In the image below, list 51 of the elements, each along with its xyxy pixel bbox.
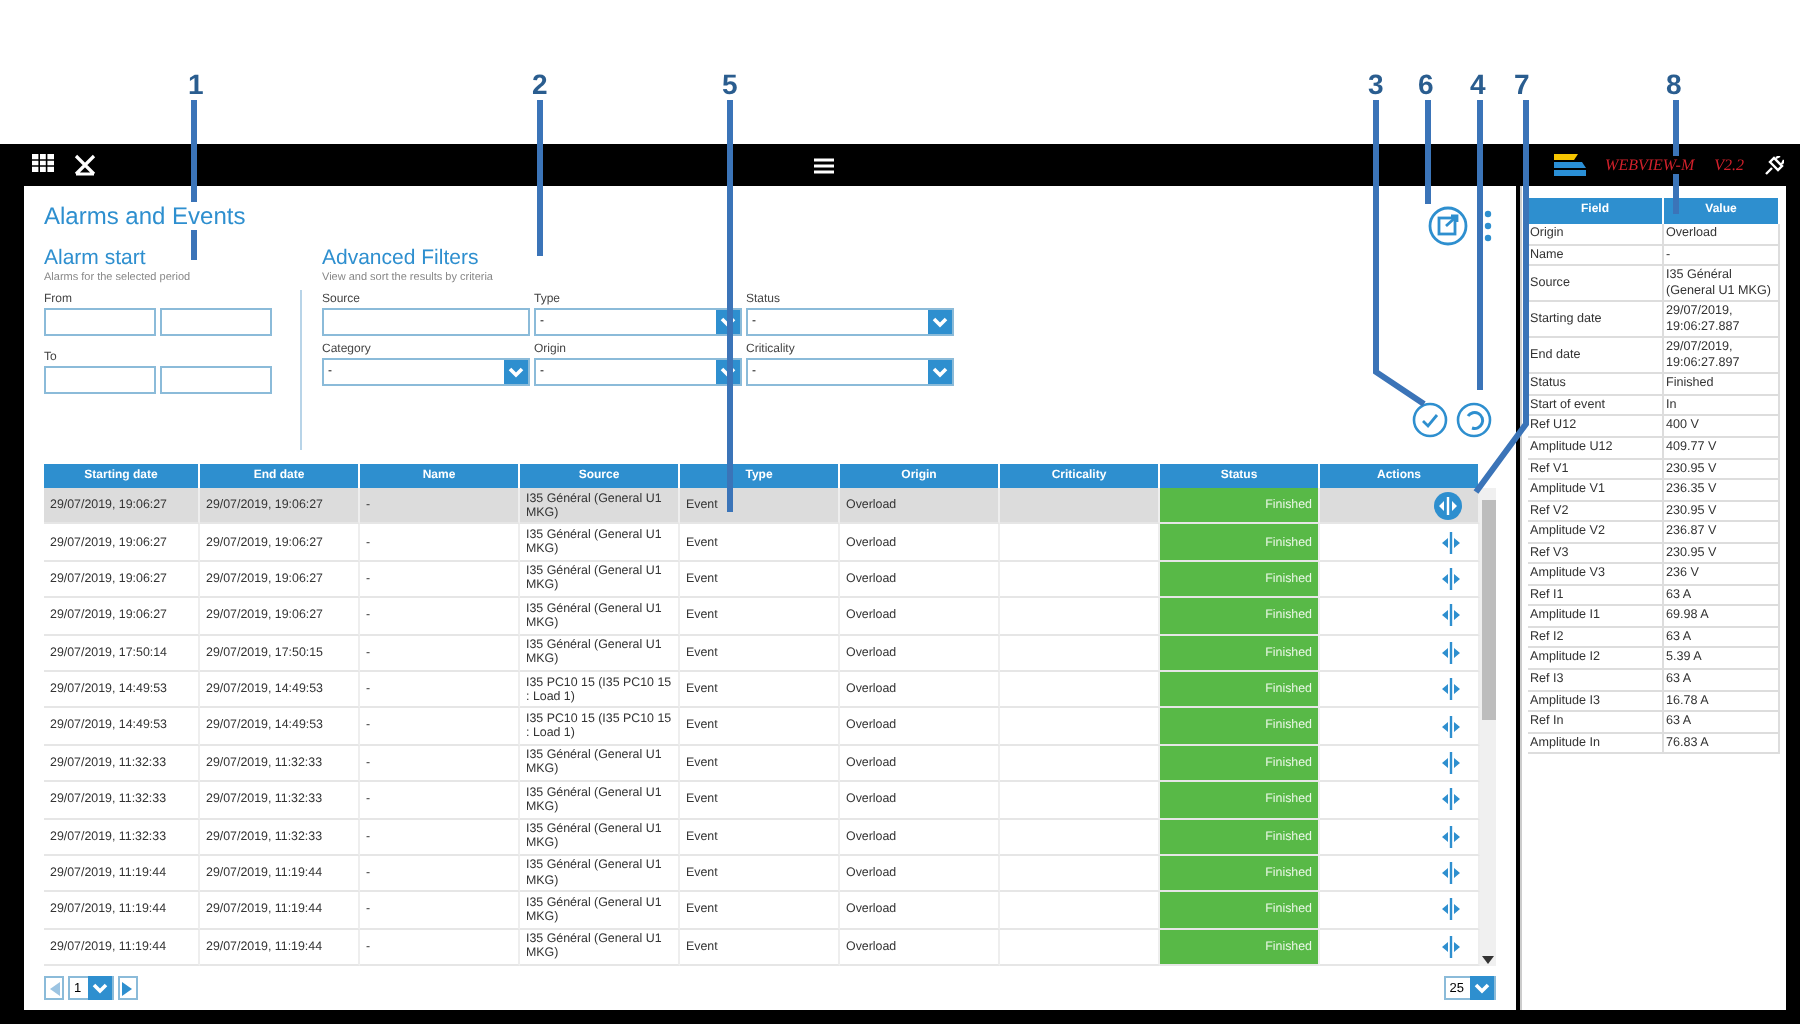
logo-icon	[1553, 154, 1586, 176]
details-icon[interactable]	[1440, 604, 1462, 627]
callout-number: 1	[188, 68, 204, 100]
details-icon[interactable]	[1440, 788, 1462, 811]
grid-icon[interactable]	[32, 154, 54, 176]
caret-icon[interactable]	[1470, 976, 1494, 1001]
check-icon[interactable]	[1412, 402, 1448, 438]
scroll-down-icon[interactable]	[1482, 956, 1494, 967]
plug-icon[interactable]	[1764, 155, 1784, 175]
details-icon[interactable]	[1440, 898, 1462, 921]
details-icon[interactable]	[1440, 715, 1462, 738]
callout-number: 6	[1418, 68, 1434, 100]
tools-icon[interactable]	[74, 154, 96, 176]
caret-icon[interactable]	[928, 310, 952, 334]
caret-icon[interactable]	[87, 976, 112, 1001]
page-title: Alarms and Events	[44, 202, 246, 230]
right-arrow-icon	[122, 981, 133, 996]
next-page-button[interactable]	[117, 976, 138, 1001]
details-icon[interactable]	[1440, 825, 1462, 848]
time-field[interactable]	[160, 366, 272, 394]
details-icon[interactable]	[1440, 567, 1462, 590]
more-icon[interactable]	[1484, 210, 1492, 242]
details-icon[interactable]	[1440, 531, 1462, 554]
text-field[interactable]	[322, 308, 530, 336]
section-title: Advanced Filters	[322, 246, 481, 270]
details-icon[interactable]	[1440, 751, 1462, 774]
callout-number: 4	[1470, 68, 1486, 100]
callout-number: 3	[1368, 68, 1384, 100]
section-title: Alarm start	[44, 246, 148, 270]
export-icon[interactable]	[1428, 206, 1468, 246]
details-icon[interactable]	[1440, 935, 1462, 958]
caret-icon[interactable]	[504, 360, 528, 384]
brand-name: WEBVIEW-M	[1605, 156, 1695, 174]
scrollbar[interactable]	[1480, 488, 1496, 967]
details-icon[interactable]	[1440, 641, 1462, 664]
date-field[interactable]	[44, 366, 156, 394]
callout-number: 7	[1514, 68, 1530, 100]
left-arrow-icon	[49, 981, 59, 996]
version-label: V2.2	[1714, 156, 1744, 174]
time-field[interactable]	[160, 308, 272, 336]
date-field[interactable]	[44, 308, 156, 336]
details-icon[interactable]	[1440, 862, 1462, 885]
callout-number: 8	[1666, 68, 1682, 100]
callout-number: 5	[722, 68, 738, 100]
details-icon[interactable]	[1434, 491, 1462, 520]
previous-page-button[interactable]	[44, 976, 64, 1001]
caret-icon[interactable]	[928, 360, 952, 384]
refresh-icon[interactable]	[1456, 402, 1492, 438]
menu-icon[interactable]	[814, 157, 835, 173]
details-icon[interactable]	[1440, 678, 1462, 701]
callout-number: 2	[532, 68, 548, 100]
